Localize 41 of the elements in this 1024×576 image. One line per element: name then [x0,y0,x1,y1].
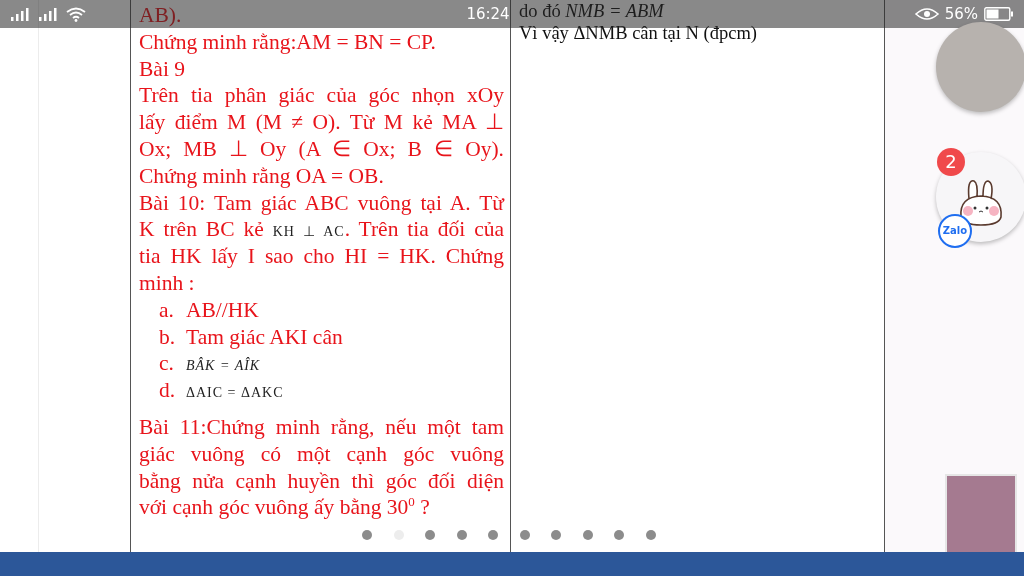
list-item-text: AB//HK [186,296,259,324]
page-indicator-dot[interactable] [551,530,561,540]
battery-icon [984,7,1014,21]
signal-icon [10,7,32,21]
text-line: với cạnh góc vuông ấy bằng 30$^{0}$ ? [139,494,430,522]
page-indicator-dot[interactable] [362,530,372,540]
text-line: giác vuông có một cạnh góc vuông [139,440,504,468]
text-line: do đó NMB = ABM [519,0,666,22]
list-item-text: Tam giác AKI cân [186,323,343,351]
list-marker: a. [159,296,175,324]
page-indicator-dot[interactable] [582,530,593,540]
page-indicator-dot[interactable] [488,530,498,540]
text-line: Bài 9 [139,55,185,83]
battery-percentage: 56% [944,5,978,23]
list-marker: d. [159,377,177,404]
text-line: Trên tia phân giác của góc nhọn xOy [139,82,504,110]
page-indicator-dot[interactable] [425,530,435,540]
text-line: Bài 11:Chứng minh rằng, nếu một tam [139,413,504,441]
text-line: Vì vậy ΔNMB cân tại N (đpcm) [519,22,758,44]
text-line: Chứng minh rằng:AM = BN = CP. [139,28,436,56]
list-item-text: BÂK = AÎK [186,356,261,376]
text-line: bằng nửa cạnh huyền thì góc đối diện [139,467,504,495]
list-marker: c. [159,350,175,378]
text-line: lấy điểm M (M ≠ O). Từ M kẻ MA ⊥ [139,109,504,136]
signal-icon [38,7,60,21]
list-item-text: ΔAIC = ΔAKC [186,384,284,403]
text-line: Chứng minh rằng OA = OB. [139,162,384,190]
page-indicator-dot[interactable] [456,530,467,540]
text-line: tia HK lấy I sao cho HI = HK. Chứng [139,243,504,270]
text-line: minh : [139,269,195,297]
page-indicator-dot[interactable] [645,530,656,540]
clock-time: 16:24 [466,5,510,23]
wifi-icon [66,6,86,22]
text-line: AB). [139,2,182,29]
page-indicator-dot[interactable] [519,530,530,540]
eye-icon [914,7,939,21]
text-line: Ox; MB ⊥ Oy (A ∈ Ox; B ∈ Oy). [139,136,504,163]
page-indicator-dot[interactable] [614,530,624,540]
text-line: K trên BC kẻ KH ⊥ AC. Trên tia đối của [139,216,504,244]
list-marker: b. [159,323,177,351]
text-line: Bài 10: Tam giác ABC vuông tại A. Từ [139,189,504,217]
